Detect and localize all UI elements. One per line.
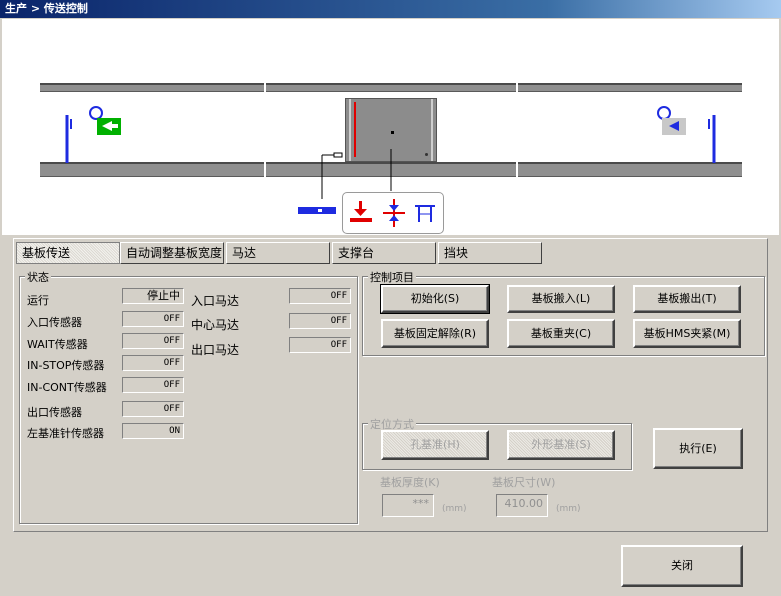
board-unload-button[interactable]: 基板搬出(T) — [633, 285, 741, 313]
status-label-left-pin-sensor: 左基准针传感器 — [27, 427, 104, 440]
tab-stopper[interactable]: 挡块 — [438, 242, 542, 264]
status-value-incont-sensor: OFF — [122, 377, 184, 393]
status-value-wait-sensor: OFF — [122, 333, 184, 349]
clamp-down-icon — [350, 201, 372, 222]
status-label-exit-sensor: 出口传感器 — [27, 406, 82, 419]
hole-reference-button[interactable]: 孔基准(H) — [381, 430, 489, 460]
thickness-label: 基板厚度(K) — [380, 476, 440, 489]
motor-label-entry: 入口马达 — [191, 294, 240, 308]
window-title: 生产 > 传送控制 — [0, 0, 781, 18]
status-value-running: 停止中 — [122, 288, 184, 304]
status-value-instop-sensor: OFF — [122, 355, 184, 371]
action-icon-box — [342, 192, 444, 234]
status-label-instop-sensor: IN-STOP传感器 — [27, 359, 105, 372]
center-cross-icon — [383, 199, 405, 227]
status-label-wait-sensor: WAIT传感器 — [27, 338, 88, 351]
status-value-left-pin-sensor: ON — [122, 423, 184, 439]
thickness-unit: (mm) — [442, 504, 467, 514]
motor-value-exit: OFF — [289, 337, 351, 353]
tab-motor[interactable]: 马达 — [226, 242, 330, 264]
tab-support[interactable]: 支撑台 — [332, 242, 436, 264]
size-input[interactable]: 410.00 — [496, 494, 548, 517]
top-rail-center — [266, 83, 516, 92]
motor-label-center: 中心马达 — [191, 318, 240, 332]
right-sensor-icon — [657, 106, 716, 163]
status-value-exit-sensor: OFF — [122, 401, 184, 417]
motor-value-center: OFF — [289, 313, 351, 329]
status-value-entry-sensor: OFF — [122, 311, 184, 327]
board-hms-clamp-button[interactable]: 基板HMS夹紧(M) — [633, 319, 741, 348]
board-reclamp-button[interactable]: 基板重夹(C) — [507, 319, 615, 348]
board-unclamp-button[interactable]: 基板固定解除(R) — [381, 319, 489, 348]
top-rail-right — [518, 83, 742, 92]
board-load-button[interactable]: 基板搬入(L) — [507, 285, 615, 313]
status-group-title: 状态 — [25, 269, 51, 285]
tab-auto-width[interactable]: 自动调整基板宽度 — [120, 242, 224, 264]
status-label-entry-sensor: 入口传感器 — [27, 316, 82, 329]
width-adjust-icon — [415, 205, 435, 222]
blue-indicator-icon — [298, 207, 336, 214]
left-sensor-icon — [65, 106, 121, 163]
status-label-running: 运行 — [27, 294, 49, 307]
close-button[interactable]: 关闭 — [621, 545, 743, 587]
tab-conveyor[interactable]: 基板传送 — [16, 242, 120, 264]
motor-label-exit: 出口马达 — [191, 343, 240, 357]
initialize-button[interactable]: 初始化(S) — [380, 284, 490, 314]
status-label-incont-sensor: IN-CONT传感器 — [27, 381, 107, 394]
size-label: 基板尺寸(W) — [492, 476, 556, 489]
motor-value-entry: OFF — [289, 288, 351, 304]
size-unit: (mm) — [556, 504, 581, 514]
execute-button[interactable]: 执行(E) — [653, 428, 743, 469]
outline-reference-button[interactable]: 外形基准(S) — [507, 430, 615, 460]
thickness-input[interactable]: *** — [382, 494, 434, 517]
top-rail-left — [40, 83, 264, 92]
conveyor-diagram — [2, 19, 779, 235]
control-group-title: 控制项目 — [368, 269, 416, 285]
